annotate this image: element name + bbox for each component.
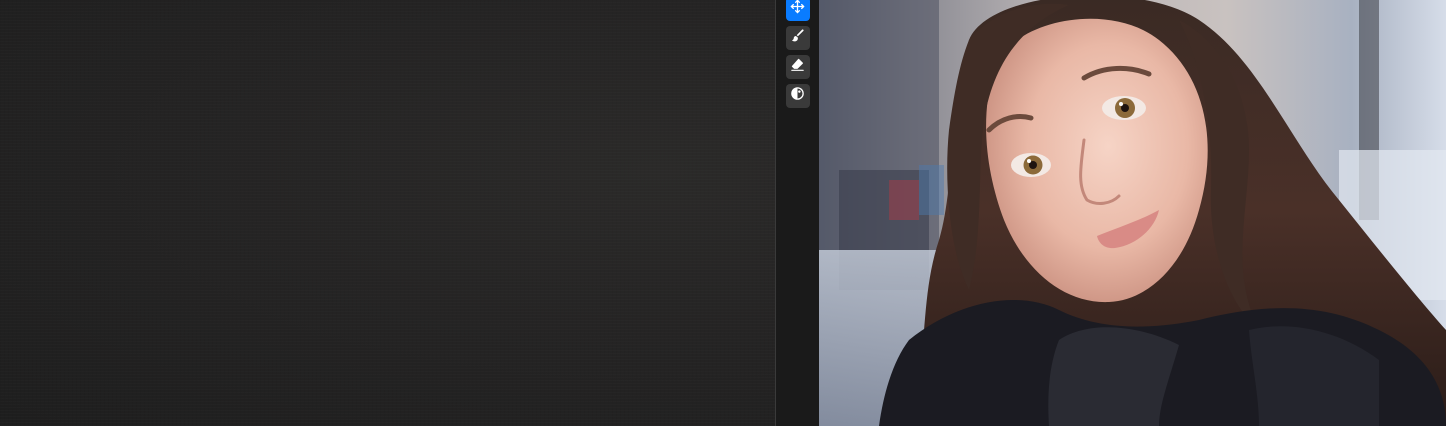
portrait-photo[interactable] bbox=[819, 0, 1446, 426]
eraser-icon bbox=[790, 57, 805, 77]
eraser-tool-button[interactable] bbox=[785, 55, 810, 79]
move-tool-button[interactable] bbox=[785, 0, 810, 21]
brush-icon bbox=[790, 28, 805, 48]
move-icon bbox=[790, 0, 805, 19]
portrait-illustration bbox=[819, 0, 1446, 426]
empty-canvas[interactable] bbox=[0, 0, 775, 426]
tool-palette bbox=[776, 0, 819, 426]
brush-tool-button[interactable] bbox=[785, 26, 810, 50]
contrast-tool-button[interactable] bbox=[785, 84, 810, 108]
editor-window bbox=[0, 0, 1446, 426]
contrast-icon bbox=[790, 86, 805, 106]
